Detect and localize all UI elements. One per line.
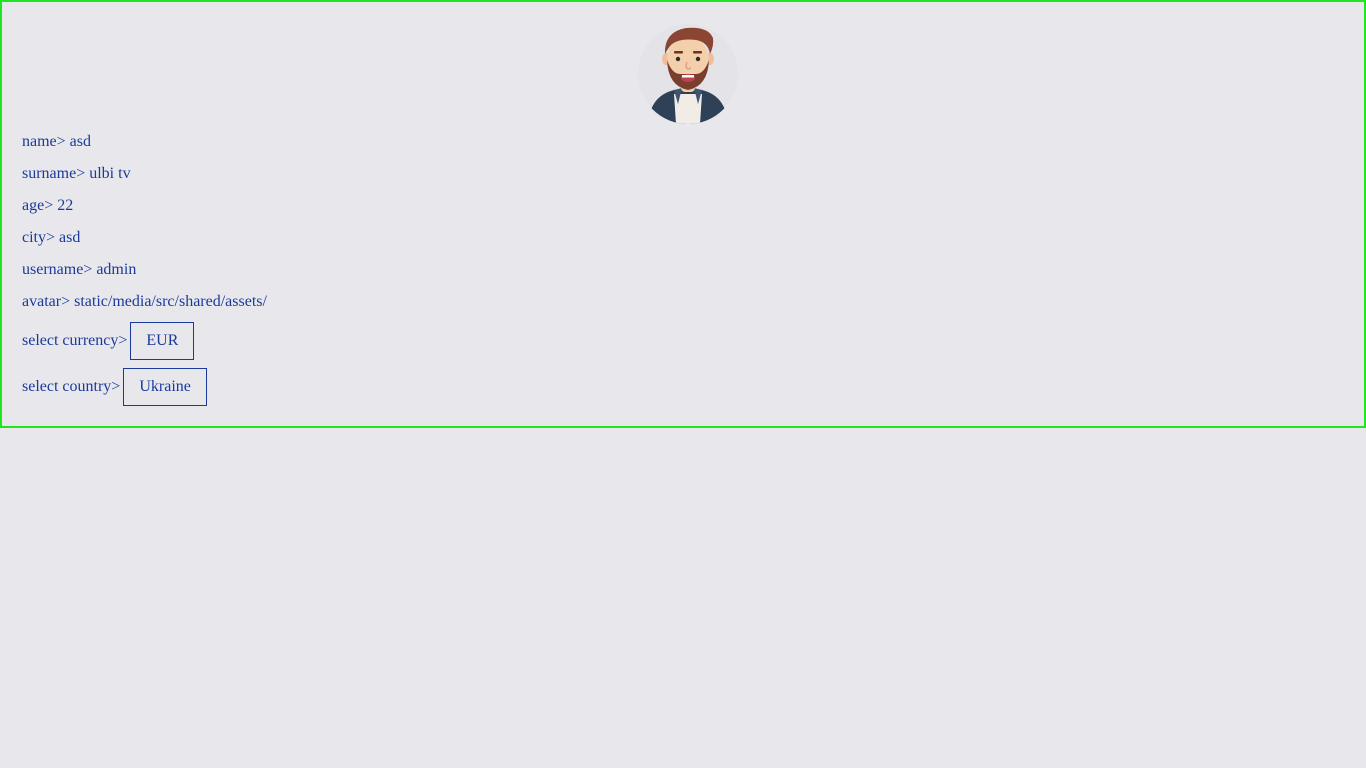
age-value: 22 [57,197,74,214]
name-row: name> asd [22,132,91,152]
age-row: age> 22 [22,196,73,216]
avatar-label: avatar> [22,293,71,310]
city-label: city> [22,229,56,246]
bearded-man-avatar-icon [638,24,738,124]
currency-label: select currency> [22,332,128,349]
profile-card: name> asd surname> ulbi tv age> 22 city> asd… [0,0,1366,428]
avatar-value: static/media/src/shared/assets/ [74,293,267,310]
city-value: asd [59,229,81,246]
username-value: admin [96,261,137,278]
username-row: username> admin [22,260,136,280]
surname-label: surname> [22,165,86,182]
age-label: age> [22,197,54,214]
avatar-image [638,24,738,124]
country-select[interactable]: Ukraine [123,368,207,406]
currency-select[interactable]: EUR [130,322,195,360]
username-label: username> [22,261,93,278]
city-row: city> asd [22,228,80,248]
country-label: select country> [22,378,121,395]
avatar-row: avatar> static/media/src/shared/assets/ [22,292,267,312]
surname-row: surname> ulbi tv [22,164,131,184]
name-value: asd [69,133,91,150]
name-label: name> [22,133,66,150]
currency-row: select currency> EUR [22,322,195,360]
surname-value: ulbi tv [89,165,131,182]
country-row: select country> Ukraine [22,368,207,406]
